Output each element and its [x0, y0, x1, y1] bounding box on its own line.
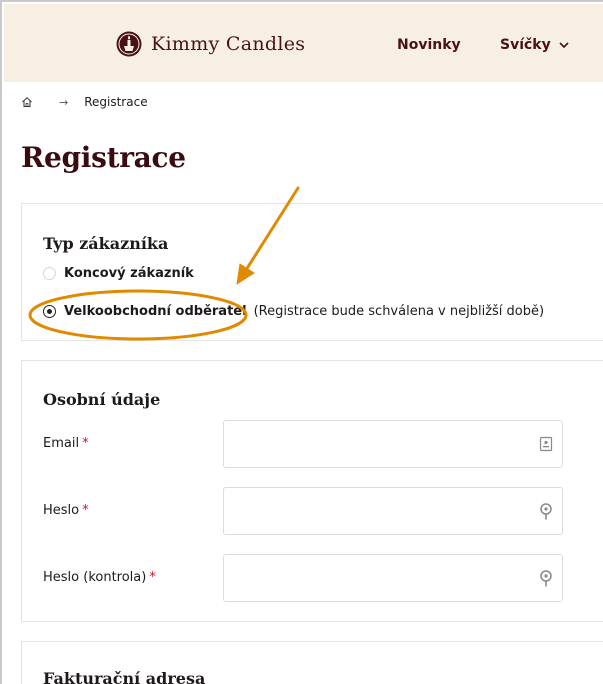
radio-label: Velkoobchodní odběratel	[64, 304, 247, 319]
password-confirm-label: Heslo (kontrola) *	[43, 570, 156, 585]
password-label-text: Heslo	[43, 503, 80, 518]
radio-option-retail[interactable]: Koncový zákazník	[43, 266, 194, 281]
radio-label: Koncový zákazník	[64, 266, 194, 281]
breadcrumb-current: Registrace	[84, 95, 148, 109]
password-label: Heslo *	[43, 503, 89, 518]
chevron-down-icon	[559, 41, 569, 48]
required-marker: *	[82, 436, 89, 451]
nav-item-novinky[interactable]: Novinky	[397, 37, 461, 53]
required-marker: *	[149, 570, 156, 585]
breadcrumb: → Registrace	[21, 95, 148, 109]
radio-option-wholesale[interactable]: Velkoobchodní odběratel (Registrace bude…	[43, 304, 544, 319]
email-label-text: Email	[43, 436, 80, 451]
candle-emblem-icon	[116, 31, 142, 57]
brand-logo[interactable]: Kimmy Candles	[115, 30, 305, 58]
home-icon[interactable]	[21, 96, 33, 108]
customer-type-title: Typ zákazníka	[43, 234, 169, 253]
customer-type-section: Typ zákazníka Koncový zákazník Velkoobch…	[21, 203, 603, 341]
page-title: Registrace	[21, 141, 186, 174]
arrow-right-icon: →	[59, 95, 69, 109]
password-confirm-field[interactable]	[223, 554, 563, 602]
required-marker: *	[82, 503, 89, 518]
key-icon	[540, 570, 552, 587]
site-header: Kimmy Candles Novinky Svíčky	[4, 4, 603, 82]
personal-info-title: Osobní údaje	[43, 390, 161, 409]
billing-address-section: Fakturační adresa	[21, 641, 603, 684]
password-field[interactable]	[223, 487, 563, 535]
password-confirm-label-text: Heslo (kontrola)	[43, 570, 147, 585]
nav-item-label: Svíčky	[500, 37, 551, 53]
personal-info-section: Osobní údaje Email * Heslo * Heslo (kontro…	[21, 360, 603, 622]
email-label: Email *	[43, 436, 89, 451]
radio-button[interactable]	[43, 267, 56, 280]
billing-address-title: Fakturační adresa	[43, 669, 206, 684]
radio-button-checked[interactable]	[43, 305, 56, 318]
key-icon	[540, 503, 552, 520]
page-frame: Kimmy Candles Novinky Svíčky → Registrac…	[0, 0, 603, 684]
contact-card-icon	[539, 436, 553, 452]
email-field[interactable]	[223, 420, 563, 468]
nav-item-svicky[interactable]: Svíčky	[500, 37, 569, 53]
brand-name: Kimmy Candles	[151, 33, 306, 55]
approval-note: (Registrace bude schválena v nejbližší d…	[253, 304, 545, 319]
